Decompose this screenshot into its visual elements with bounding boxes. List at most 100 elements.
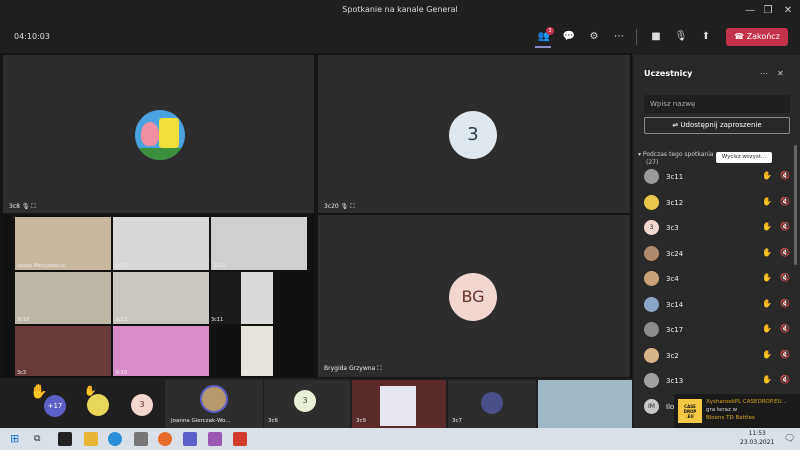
share-screen-icon[interactable]: ⬆ xyxy=(698,29,714,45)
participant-row[interactable]: 3c14 ✋ 🔇 xyxy=(644,295,794,315)
clock-date: 23.03.2021 xyxy=(740,439,775,446)
mic-muted-icon[interactable]: 🔇 xyxy=(780,299,790,308)
participant-avatar xyxy=(644,347,659,363)
participant-avatar xyxy=(644,296,659,312)
participant-avatar xyxy=(644,245,659,261)
end-call-button[interactable]: ☎ Zakończ xyxy=(726,28,788,46)
participant-video xyxy=(241,272,273,324)
notification-center-icon[interactable]: 🗨 xyxy=(784,432,798,446)
windows-start-icon[interactable]: ⊞ xyxy=(10,432,24,446)
mic-muted-icon[interactable]: 🔇 xyxy=(780,171,790,180)
participant-avatar: IM xyxy=(644,398,659,414)
gallery-label: 3c12 xyxy=(213,263,226,269)
participant-row[interactable]: 3c11 ✋ 🔇 xyxy=(644,167,794,187)
task-view-icon[interactable]: ⧉ xyxy=(34,432,48,446)
more-actions-icon[interactable]: ⋯ xyxy=(611,29,627,45)
participant-tile-3c6[interactable]: 3 3c6 xyxy=(264,380,350,428)
participant-tile-3c7[interactable]: 3c7 xyxy=(448,380,536,428)
video-tile-3c8[interactable]: 3c8 🎙 ⛶ xyxy=(3,55,314,213)
participant-name: 3c9 xyxy=(356,418,367,424)
close-icon[interactable]: ✕ xyxy=(780,3,796,19)
mic-muted-icon[interactable]: 🔇 xyxy=(780,350,790,359)
participant-row[interactable]: 3c13 ✋ 🔇 xyxy=(644,371,794,391)
teams-icon[interactable] xyxy=(183,432,197,446)
mic-muted-icon[interactable]: 🔇 xyxy=(780,324,790,333)
participant-video xyxy=(15,272,111,324)
notification-text: gra teraz w xyxy=(706,407,738,413)
participant-row[interactable]: 3c4 ✋ 🔇 xyxy=(644,269,794,289)
gallery-label: 3c7 xyxy=(243,370,253,376)
minimize-icon[interactable]: — xyxy=(742,3,758,19)
gallery-label: 3c11 xyxy=(211,317,224,323)
pdf-icon[interactable] xyxy=(233,432,247,446)
game-notification[interactable]: CASE DROP .EU XysharookPL CASEDROP.EU... g… xyxy=(674,394,800,428)
mic-muted-icon[interactable]: 🔇 xyxy=(780,248,790,257)
camera-icon[interactable]: ■ xyxy=(648,29,664,45)
firefox-icon[interactable] xyxy=(158,432,172,446)
participant-row[interactable]: 3c24 ✋ 🔇 xyxy=(644,244,794,264)
participant-video xyxy=(113,217,209,270)
chat-icon[interactable]: 💬 xyxy=(561,29,577,45)
share-invite-button[interactable]: ⇌ Udostępnij zaproszenie xyxy=(644,117,790,134)
participant-row[interactable]: 3c17 ✋ 🔇 xyxy=(644,320,794,340)
participant-name: 3c6 xyxy=(268,418,279,424)
participant-name: 3c13 xyxy=(666,377,684,385)
edge-icon[interactable] xyxy=(108,432,122,446)
active-indicator xyxy=(535,46,551,48)
teddy-avatar xyxy=(200,385,228,413)
phone-hangup-icon: ☎ xyxy=(734,32,747,41)
notion-icon[interactable] xyxy=(58,432,72,446)
scrollbar[interactable] xyxy=(794,145,797,265)
toolbar-divider xyxy=(636,29,637,45)
participant-avatar: 3 xyxy=(294,390,316,412)
gallery-label: 3c12 xyxy=(115,317,128,323)
participant-avatar: 3 xyxy=(449,111,497,159)
store-icon[interactable] xyxy=(134,432,148,446)
participant-strip: ✋ +17 ✋ 3 Joanna Gierczak-Wo... 3 3c6 3c… xyxy=(0,380,632,428)
participant-tile-video[interactable]: 3c9 xyxy=(352,380,446,428)
participant-name: 3c12 xyxy=(666,198,684,207)
participant-name: 3c7 xyxy=(452,418,463,424)
participant-avatar[interactable]: 3 xyxy=(131,394,153,416)
more-participants-button[interactable]: +17 xyxy=(44,395,66,417)
tile-label: 3c20 🎙 ⛶ xyxy=(324,203,355,210)
restore-icon[interactable]: ❐ xyxy=(760,3,776,19)
section-count: (27) xyxy=(646,159,659,166)
mic-muted-icon[interactable]: 🔇 xyxy=(780,222,790,231)
file-explorer-icon[interactable] xyxy=(84,432,98,446)
participant-video xyxy=(15,326,111,376)
participant-search-input[interactable]: Wpisz nazwę xyxy=(644,95,790,113)
clock-time: 11:53 xyxy=(748,430,766,437)
close-panel-icon[interactable]: ✕ xyxy=(777,69,784,78)
participant-tile-joanna[interactable]: Joanna Gierczak-Wo... xyxy=(165,380,263,428)
system-clock[interactable]: 11:53 23.03.2021 xyxy=(740,429,774,447)
gallery-label: 3c16 xyxy=(115,370,128,376)
raised-hand-icon: ✋ xyxy=(762,171,772,180)
participant-name: Joanna Gierczak-Wo... xyxy=(171,418,231,424)
breakout-rooms-icon[interactable]: ⚙ xyxy=(586,29,602,45)
section-header[interactable]: ▾ Podczas tego spotkania (27) xyxy=(638,151,714,167)
mic-muted-icon[interactable]: 🔇 xyxy=(780,273,790,282)
participant-video xyxy=(113,326,209,376)
mic-muted-icon[interactable]: 🔇 xyxy=(780,375,790,384)
participant-tile-video[interactable] xyxy=(538,380,632,428)
participant-name: 3c24 xyxy=(666,249,684,258)
gallery-label: 3c10 xyxy=(17,317,30,323)
tile-label: Brygida Grzywna ⛶ xyxy=(324,365,382,372)
microphone-icon[interactable]: 🎙 xyxy=(673,29,689,45)
participant-name: 3c17 xyxy=(666,326,684,334)
participant-name: 3c11 xyxy=(666,173,684,181)
participant-row[interactable]: 3 3c3 ✋ 🔇 xyxy=(644,218,794,238)
together-gallery[interactable]: Iwona Martynowicz 3c17 3c12 3c10 3c12 3c… xyxy=(3,215,314,377)
participant-avatar xyxy=(644,373,659,388)
mute-all-button[interactable]: Wycisz wszyst... xyxy=(716,152,772,163)
participant-avatar[interactable] xyxy=(87,394,109,416)
share-invite-label: Udostępnij zaproszenie xyxy=(680,121,762,129)
more-options-icon[interactable]: ⋯ xyxy=(760,69,768,78)
video-tile-3c20[interactable]: 3 3c20 🎙 ⛶ xyxy=(318,55,630,213)
mic-muted-icon[interactable]: 🔇 xyxy=(780,197,790,206)
participant-row[interactable]: 3c12 ✋ 🔇 xyxy=(644,193,794,213)
photos-icon[interactable] xyxy=(208,432,222,446)
participant-row[interactable]: 3c2 ✋ 🔇 xyxy=(644,346,794,366)
video-tile-brygida[interactable]: BG Brygida Grzywna ⛶ xyxy=(318,215,630,377)
